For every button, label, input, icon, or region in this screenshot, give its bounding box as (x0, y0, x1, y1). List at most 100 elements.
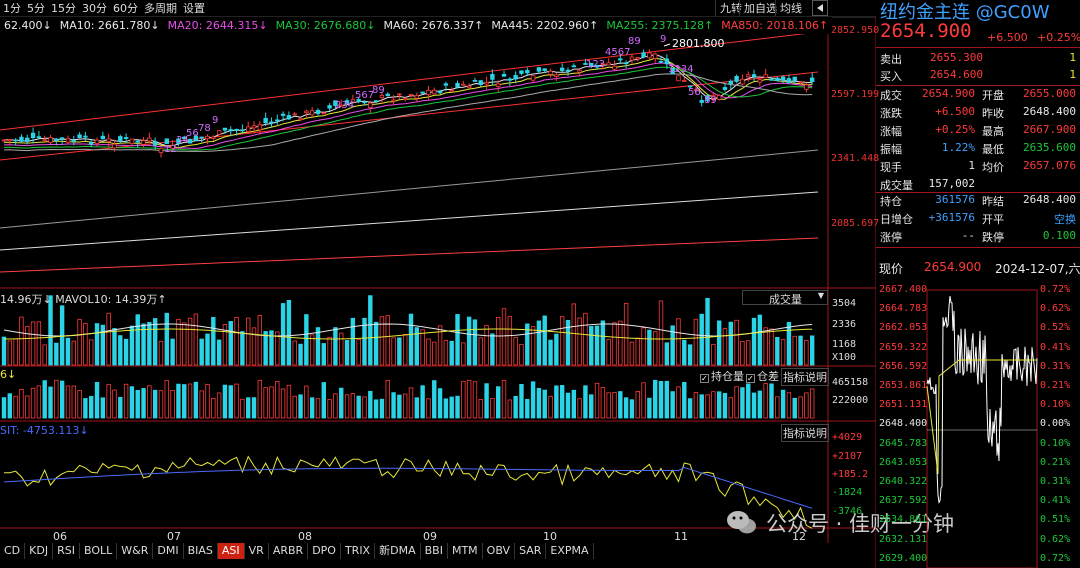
oi-checkbox-hold[interactable]: ✓ 持仓量 (700, 368, 744, 384)
indicator-tab[interactable]: W&R (117, 543, 154, 559)
nine-count-label: 9 (660, 34, 666, 45)
indicator-tab[interactable]: OBV (483, 543, 516, 559)
indicator-tab[interactable]: BBI (421, 543, 448, 559)
quote-cell: 0.100 (1042, 229, 1076, 242)
quote-cell: 2648.400 (1023, 105, 1076, 118)
indicator-tab[interactable]: DMI (153, 543, 184, 559)
quote-cell: 开平 (982, 213, 1004, 226)
indicator-tab[interactable]: BOLL (80, 543, 118, 559)
ma-value: MA30: 2676.680↓ (275, 19, 376, 32)
quote-cell: +6.500 (935, 105, 975, 118)
indicator-tab[interactable]: SAR (515, 543, 547, 559)
quote-cell: 成交 (880, 89, 902, 102)
indicator-tab[interactable]: TRIX (341, 543, 376, 559)
intraday-price-label: 2645.783 (879, 437, 928, 449)
checkbox-icon: ✓ (746, 374, 755, 383)
quote-cell: 成交量 (880, 179, 913, 192)
quote-cell: 2654.900 (922, 87, 975, 100)
month-label: 07 (167, 530, 181, 543)
quote-cell: 2657.076 (1023, 159, 1076, 172)
intraday-pct-label: 0.31% (1040, 360, 1071, 372)
indicator-tab[interactable]: ARBR (269, 543, 309, 559)
price-axis-label: 2852.950 (831, 25, 880, 36)
indicator-tab[interactable]: ASI (217, 543, 245, 559)
quote-cell: 振幅 (880, 143, 902, 156)
asi-explain-button[interactable]: 指标说明 (781, 424, 829, 442)
indicator-tab[interactable]: VR (245, 543, 269, 559)
intraday-pct-label: 0.10% (1040, 437, 1071, 449)
intraday-pct-label: 0.41% (1040, 495, 1071, 507)
intraday-pct-label: 0.21% (1040, 456, 1071, 468)
indicator-tab[interactable]: 新DMA (375, 543, 421, 559)
quote-row: 振幅 1.22% 最低 2635.600 (878, 140, 1078, 158)
now-date: 2024-12-07,六 (995, 262, 1080, 276)
indicator-tab[interactable]: DPO (308, 543, 341, 559)
high-label: 2801.800 (672, 37, 725, 50)
intraday-price-label: 2653.861 (879, 380, 928, 391)
month-label: 09 (423, 530, 437, 543)
indicator-tab[interactable]: MTM (448, 543, 483, 559)
intraday-pct-label: 0.21% (1040, 380, 1071, 391)
period-tab[interactable]: 30分 (79, 0, 110, 16)
volume-axis-label: 3504 (832, 298, 857, 309)
ma-value: MA445: 2202.960↑ (491, 19, 599, 32)
intraday-price-label: 2637.592 (879, 495, 928, 507)
price-axis-label: 2597.199 (831, 89, 880, 100)
quote-cell: 157,002 (928, 177, 975, 190)
period-tab[interactable]: 1分 (0, 0, 24, 16)
intraday-price-label: 2648.400 (879, 418, 928, 430)
indicator-tab[interactable]: KDJ (25, 543, 54, 559)
period-tab[interactable]: 多周期 (141, 0, 180, 16)
asi-axis-label: +4029 (832, 432, 863, 443)
asi-header: SIT: -4753.113↓ (0, 424, 89, 437)
indicator-tab[interactable]: CD (0, 543, 26, 559)
intraday-pct-label: 0.31% (1040, 476, 1071, 487)
wechat-icon (727, 511, 756, 534)
quote-cell: 跌停 (982, 231, 1004, 244)
quote-row: 成交 2654.900 开盘 2655.000 (878, 86, 1078, 104)
ma-value: MA255: 2375.128↑ (606, 19, 714, 32)
quote-cell: 空换 (1054, 213, 1076, 226)
quote-cell: 涨停 (880, 231, 902, 244)
quote-row: 日增仓 +361576 开平 空换 (878, 210, 1078, 228)
period-tab[interactable]: 15分 (48, 0, 79, 16)
quote-cell: 涨幅 (880, 125, 902, 138)
month-label: 08 (298, 530, 312, 543)
indicator-tab[interactable]: RSI (53, 543, 80, 559)
oi-explain-button[interactable]: 指标说明 (781, 368, 829, 386)
ma-value: MA10: 2661.780↓ (59, 19, 160, 32)
period-tab[interactable]: 5分 (24, 0, 48, 16)
ma-lines-button[interactable]: 均线 (775, 0, 806, 16)
period-tab[interactable]: 60分 (110, 0, 141, 16)
quote-cell: 昨结 (982, 195, 1004, 208)
intraday-price-line (926, 296, 1038, 504)
nine-count-label: 56 (688, 87, 701, 98)
now-label: 现价 (879, 262, 904, 276)
month-label: 10 (543, 530, 557, 543)
nine-count-label: 4567 (605, 47, 630, 58)
intraday-price-label: 2634.861 (879, 514, 928, 526)
intraday-price-label: 2640.322 (879, 476, 928, 487)
volume-indicator-select[interactable]: 成交量 ▼ (742, 290, 828, 306)
indicator-tab[interactable]: EXPMA (546, 543, 594, 559)
quote-cell: 最低 (982, 143, 1004, 156)
volume-select-value: 成交量 (769, 293, 802, 306)
quote-cell: 1.22% (941, 141, 975, 154)
open-interest-bars (1, 379, 815, 419)
oi-axis-label: 465158 (832, 377, 869, 388)
intraday-pct-label: 0.41% (1040, 341, 1071, 353)
oi-checkbox-diff[interactable]: ✓ 仓差 (746, 368, 779, 384)
collapse-panel-button[interactable] (812, 0, 828, 16)
quote-cell: +361576 (928, 211, 975, 224)
intraday-price-label: 2643.053 (879, 456, 928, 468)
main-chart[interactable]: 123456 78923456789123456789123456899 2801… (0, 0, 876, 568)
triangle-left-icon (817, 4, 823, 12)
quote-cell: 均价 (982, 161, 1004, 174)
intraday-pct-label: 0.10% (1040, 399, 1071, 411)
indicator-tab[interactable]: BIAS (184, 543, 218, 559)
period-tab[interactable]: 设置 (180, 0, 208, 16)
nine-count-label: 12 (164, 144, 177, 155)
price-axis-label: 2341.448 (831, 153, 880, 164)
ma-value: MA60: 2676.337↑ (383, 19, 484, 32)
oi-axis-label: 222000 (832, 395, 869, 406)
